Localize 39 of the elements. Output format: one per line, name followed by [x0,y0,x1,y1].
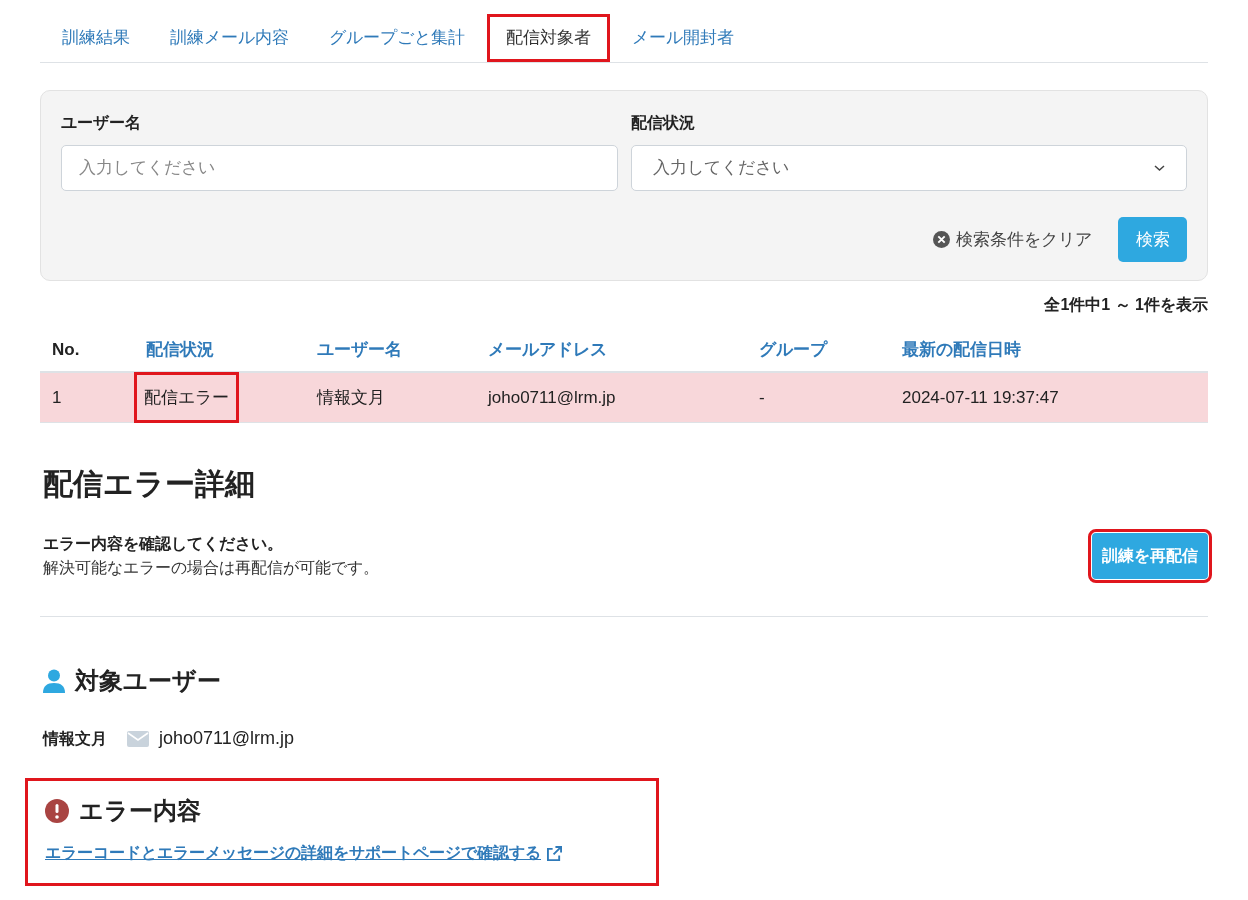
field-label: ユーザー名 [61,113,142,133]
column-header[interactable]: 配信状況 [146,340,214,360]
search-button[interactable]: 検索 [1118,217,1187,262]
table-cell-text: - [759,386,765,409]
tab[interactable]: グループごと集計 [311,14,483,62]
table-cell: 配信エラー [137,374,236,421]
instruction-text: エラー内容を確認してください。 [43,534,284,554]
field-label: 配信状況 [630,113,696,133]
section-heading: 配信エラー詳細 [42,466,256,502]
close-circle-icon [933,231,950,248]
tab[interactable]: メール開封者 [614,14,752,62]
chevron-down-icon [1154,164,1165,172]
user-email: joho0711@lrm.jp [159,727,294,750]
column-header: No. [52,340,80,360]
table-cell-text: 2024-07-11 19:37:47 [902,386,1059,409]
table-row[interactable]: 1 配信エラー 情報文月 joho0711@lrm.jp - 2024-07-11 19:37:47 [40,373,1208,423]
table-cell-text: 情報文月 [317,386,385,409]
table-cell-text: joho0711@lrm.jp [488,386,616,409]
note-text: 解決可能なエラーの場合は再配信が可能です。 [43,558,379,578]
column-header[interactable]: 最新の配信日時 [902,340,1021,360]
column-header[interactable]: メールアドレス [488,340,607,360]
table-cell-text: 1 [52,386,62,409]
section-heading: 対象ユーザー [75,666,221,696]
support-link[interactable]: エラーコードとエラーメッセージの詳細をサポートページで確認する [45,841,639,865]
column-header[interactable]: ユーザー名 [317,340,402,360]
exclamation-circle-icon [45,799,69,823]
clear-link[interactable]: 検索条件をクリア [933,226,1092,253]
tab[interactable]: 訓練メール内容 [152,14,307,62]
tab[interactable]: 訓練結果 [44,14,148,62]
section-heading: エラー内容 [79,796,201,826]
result-count: 全1件中1 ～ 1件を表示 [1044,295,1208,315]
input-field[interactable]: 入力してください [61,145,618,191]
select-field[interactable]: 入力してください [630,145,1187,191]
user-name: 情報文月 [43,728,107,749]
mail-icon [127,730,149,747]
tab[interactable]: 配信対象者 [487,14,610,62]
column-header[interactable]: グループ [759,340,827,360]
user-icon [43,669,65,693]
external-link-icon [547,845,562,861]
